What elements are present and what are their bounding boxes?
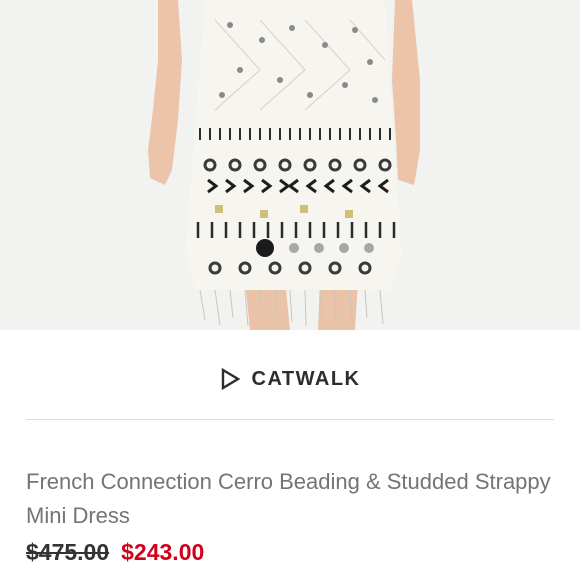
price-block: $475.00 $243.00 xyxy=(26,535,204,569)
product-title: French Connection Cerro Beading & Studde… xyxy=(26,469,551,528)
carousel-dot[interactable] xyxy=(364,243,374,253)
catwalk-label: CATWALK xyxy=(251,367,361,390)
carousel-dot[interactable] xyxy=(256,239,274,257)
product-photo xyxy=(0,0,580,330)
play-icon xyxy=(221,368,240,390)
carousel-dot[interactable] xyxy=(314,243,324,253)
carousel-dot[interactable] xyxy=(339,243,349,253)
sale-price: $243.00 xyxy=(121,538,205,565)
divider xyxy=(26,419,554,420)
product-image-gallery[interactable] xyxy=(0,0,580,330)
carousel-indicators[interactable] xyxy=(0,236,580,260)
original-price: $475.00 xyxy=(26,538,110,565)
carousel-dot[interactable] xyxy=(289,243,299,253)
catwalk-button[interactable]: CATWALK xyxy=(0,355,580,403)
